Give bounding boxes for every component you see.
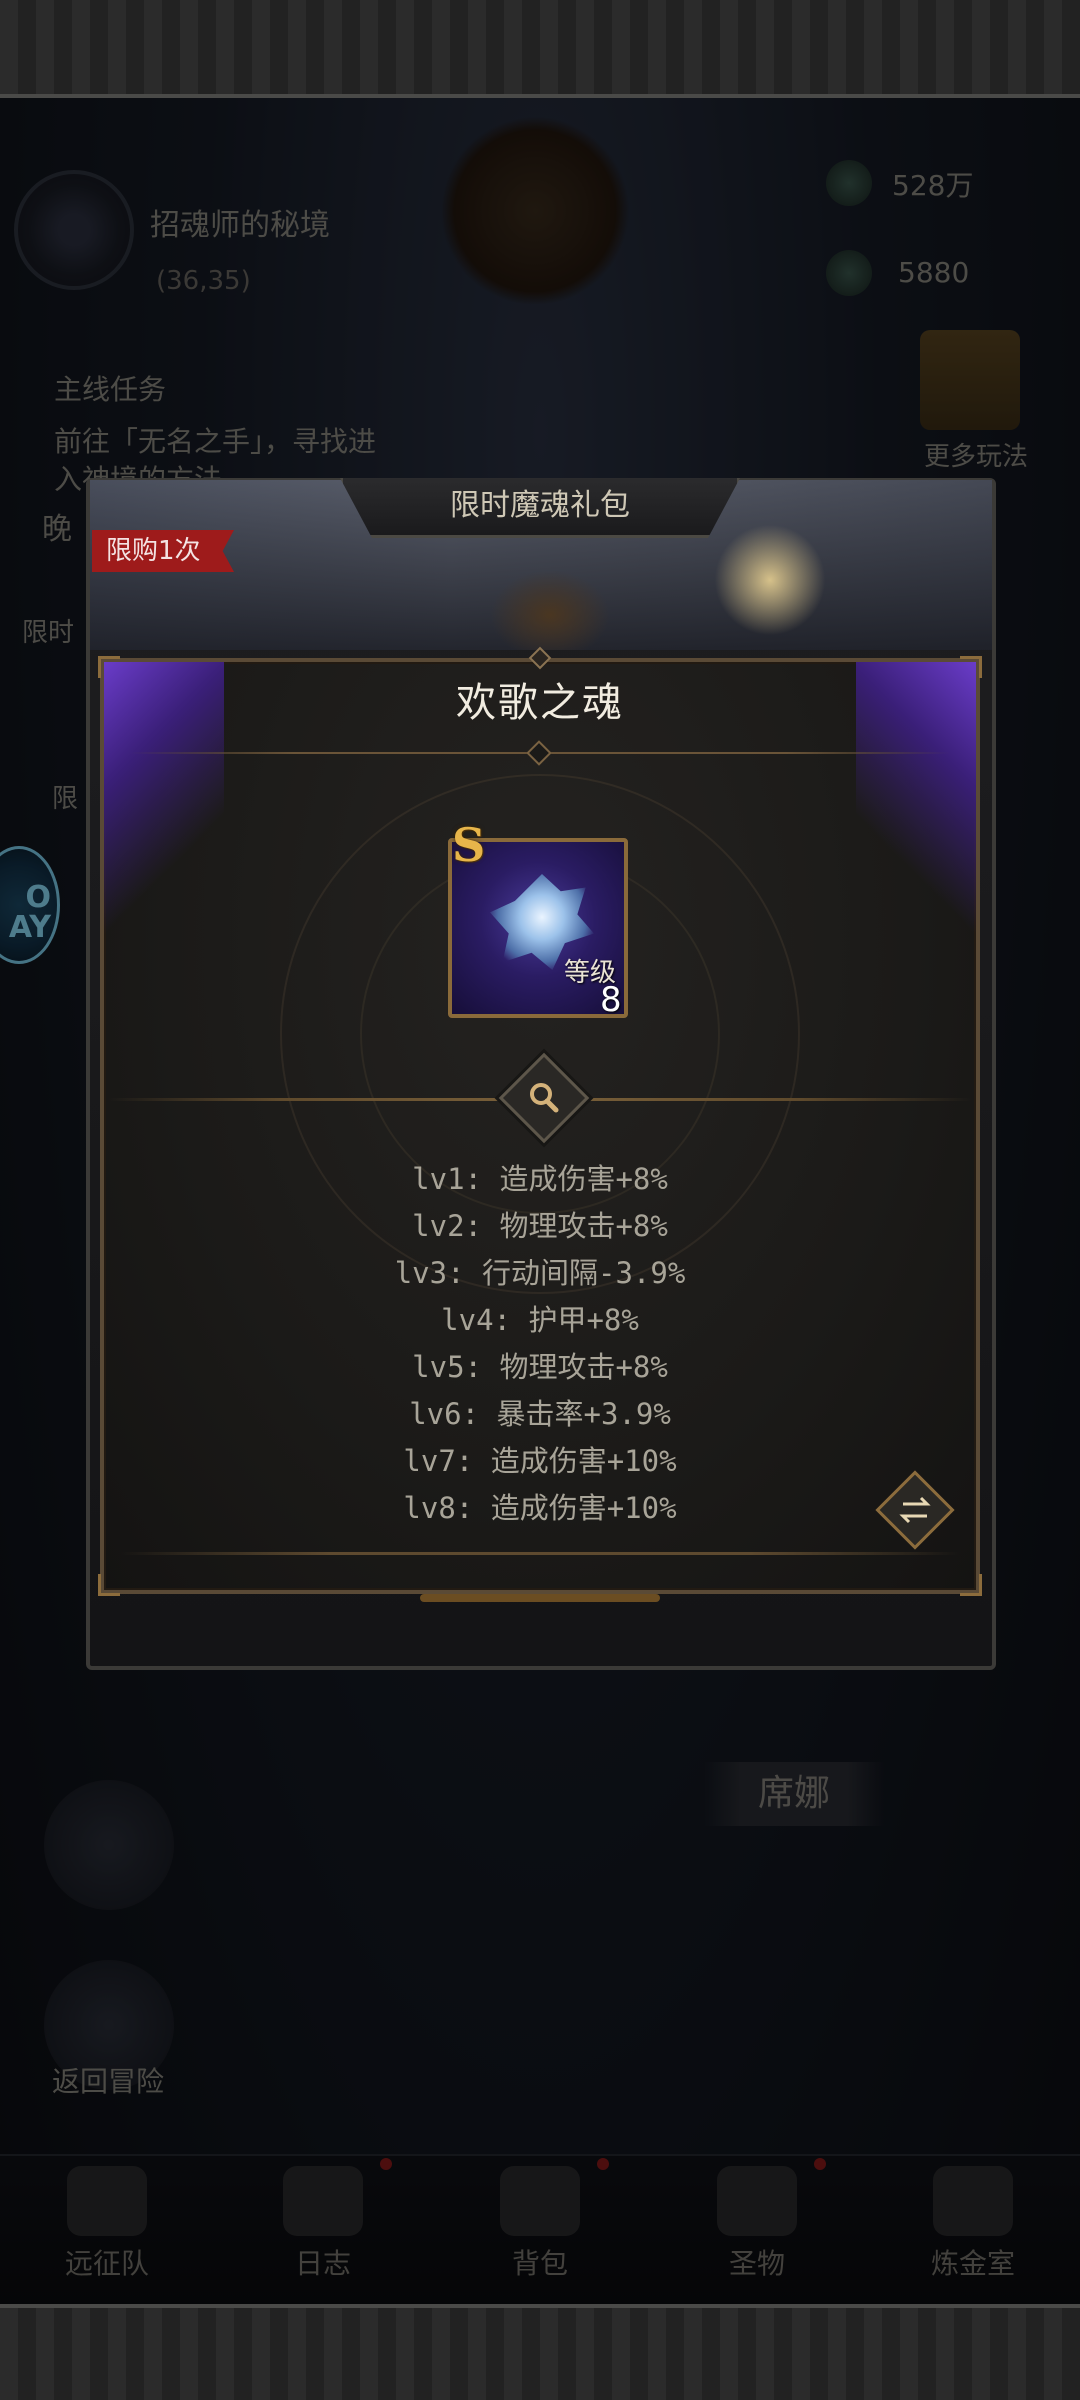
top-frame bbox=[0, 0, 1080, 98]
bottom-divider bbox=[120, 1552, 960, 1555]
purchase-limit-tag: 限购1次 bbox=[92, 530, 234, 572]
swap-arrows-icon bbox=[899, 1496, 931, 1524]
gift-pack-title: 限时魔魂礼包 bbox=[340, 478, 740, 538]
soul-effects-list: lv1: 造成伤害+8% lv2: 物理攻击+8% lv3: 行动间隔-3.9%… bbox=[100, 1156, 980, 1532]
bottom-frame bbox=[0, 2304, 1080, 2400]
frame-corner bbox=[960, 1574, 982, 1596]
frame-corner bbox=[98, 1574, 120, 1596]
effect-line: lv8: 造成伤害+10% bbox=[403, 1491, 677, 1525]
effect-line: lv7: 造成伤害+10% bbox=[403, 1444, 677, 1478]
banner-figure bbox=[490, 570, 610, 650]
effect-line: lv6: 暴击率+3.9% bbox=[409, 1397, 671, 1431]
level-value: 8 bbox=[600, 980, 622, 1020]
effect-line: lv3: 行动间隔-3.9% bbox=[394, 1256, 686, 1290]
soul-name: 欢歌之魂 bbox=[456, 680, 624, 726]
effect-line: lv5: 物理攻击+8% bbox=[412, 1350, 668, 1384]
effect-line: lv2: 物理攻击+8% bbox=[412, 1209, 668, 1243]
rank-badge: S bbox=[452, 818, 486, 872]
pack-bottom-bar bbox=[420, 1594, 660, 1602]
magnifier-icon bbox=[530, 1083, 559, 1113]
effect-line: lv4: 护甲+8% bbox=[441, 1303, 639, 1337]
banner-glow bbox=[710, 520, 830, 640]
effect-line: lv1: 造成伤害+8% bbox=[412, 1162, 668, 1196]
